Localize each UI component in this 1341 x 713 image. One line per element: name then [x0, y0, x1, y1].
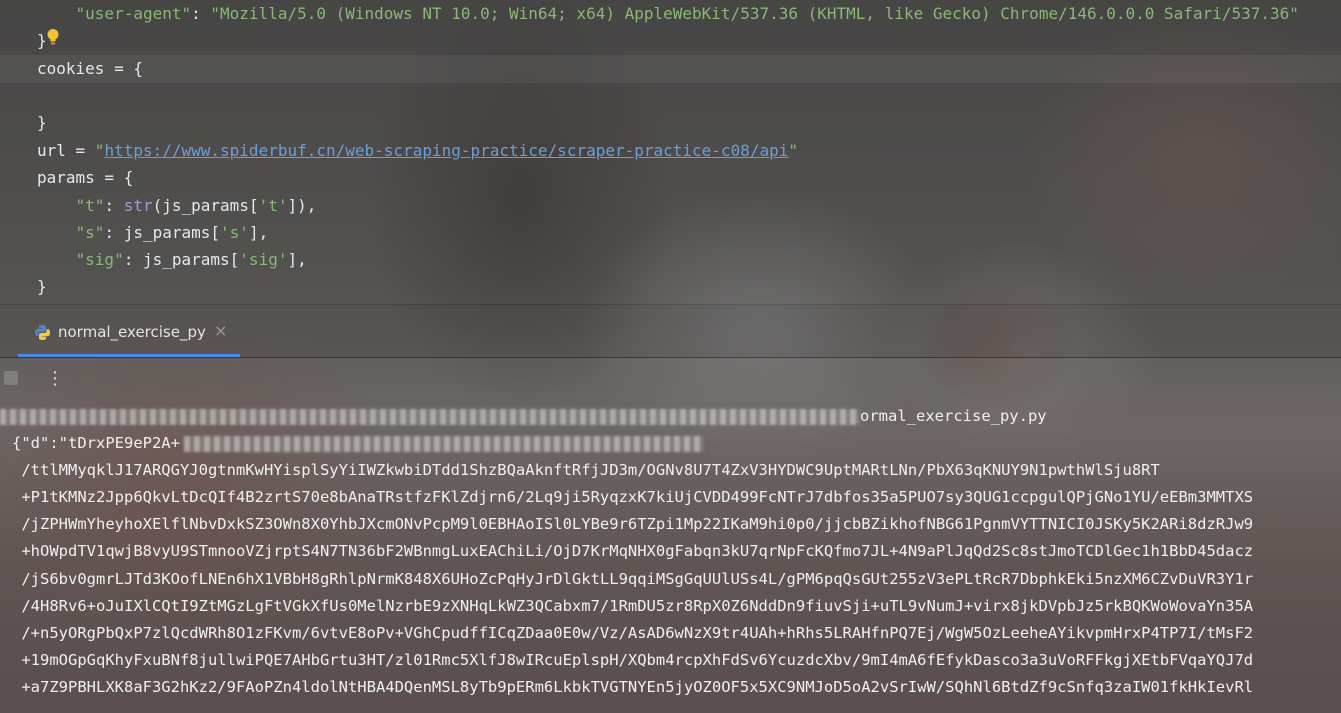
run-tab-normal-exercise[interactable]: normal_exercise_py × [18, 305, 240, 357]
code-token: 's' [220, 223, 249, 242]
code-token: : js_params[ [123, 250, 240, 269]
code-token: ], [287, 250, 307, 269]
console-output-line: /4H8Rv6+oJuIXlCQtI9ZtMGzLgFtVGkXfUs0MelN… [12, 596, 1254, 615]
run-tool-window-tabs: normal_exercise_py × [0, 305, 1341, 358]
code-line: cookies = { [37, 55, 143, 82]
lightbulb-icon[interactable] [46, 28, 60, 46]
code-token: "sig" [75, 250, 124, 269]
code-token: "Mozilla/5.0 (Windows NT 10.0; Win64; x6… [210, 4, 1299, 23]
console-output-line: /jZPHWmYheyhoXElflNbvDxkSZ3OWn8X0YhbJXcm… [12, 515, 1254, 534]
code-token: "s" [75, 223, 105, 242]
code-token: : js_params[ [104, 223, 221, 242]
console-output-line: /+n5yORgPbQxP7zlQcdWRh8O1zFKvm/6vtvE8oPv… [12, 623, 1254, 642]
code-token: ]), [287, 196, 317, 215]
close-icon[interactable]: × [214, 321, 227, 340]
redacted-path [0, 408, 860, 425]
code-token: 'sig' [239, 250, 288, 269]
console-output-line: +a7Z9PBHLXK8aF3G2hKz2/9FAoPZn4ldolNtHBA4… [12, 677, 1254, 696]
code-line: "user-agent": "Mozilla/5.0 (Windows NT 1… [37, 0, 1299, 27]
redacted-output [183, 435, 704, 452]
code-token: ], [248, 223, 269, 242]
code-token: } [37, 113, 47, 132]
code-token: url = [37, 141, 95, 160]
code-line: "sig": js_params['sig'], [37, 246, 307, 273]
run-tab-label: normal_exercise_py [58, 323, 206, 341]
command-line-tail: ormal_exercise_py.py [860, 407, 1047, 425]
output-line-prefix: {"d":"tDrxPE9eP2A+ [12, 434, 180, 452]
code-token: "user-agent" [75, 4, 192, 23]
code-token: params = { [37, 168, 134, 187]
code-token: (js_params[ [152, 196, 259, 215]
active-tab-underline [18, 354, 240, 357]
console-output-line: +19mOGpGqKhyFxuBNf8jullwiPQE7AHbGrtu3HT/… [12, 650, 1254, 669]
console-output-line: +hOWpdTV1qwjB8vyU9STmnooVZjrptS4N7TN36bF… [12, 542, 1254, 561]
code-token: : [104, 196, 124, 215]
code-line: } [37, 273, 47, 300]
code-line: url = "https://www.spiderbuf.cn/web-scra… [37, 137, 798, 164]
code-line: "s": js_params['s'], [37, 219, 269, 246]
run-console-output[interactable]: ormal_exercise_py.py /ttlMMyqklJ17ARQGYJ… [0, 402, 1341, 713]
console-output-line: /ttlMMyqklJ17ARQGYJ0gtnmKwHYisplSyYiIWZk… [12, 461, 1160, 480]
console-output-line: /jS6bv0gmrLJTd3KOofLNEn6hX1VBbH8gRhlpNrm… [12, 569, 1254, 588]
more-options-icon[interactable]: ⋮ [46, 368, 64, 389]
code-line: } [37, 109, 47, 136]
console-command-line: ormal_exercise_py.py [0, 403, 1047, 430]
url-link[interactable]: https://www.spiderbuf.cn/web-scraping-pr… [104, 141, 788, 160]
code-token: cookies = { [37, 59, 143, 78]
stop-icon[interactable] [4, 371, 18, 385]
console-first-output-line: {"d":"tDrxPE9eP2A+ [12, 430, 704, 457]
code-token: : [191, 4, 211, 23]
code-token: " [788, 141, 799, 160]
console-output-line: +P1tKMNz2Jpp6QkvLtDcQIf4B2zrtS70e8bAnaTR… [12, 488, 1254, 507]
run-toolbar: ⋮ [0, 358, 1341, 402]
code-editor[interactable]: "user-agent": "Mozilla/5.0 (Windows NT 1… [0, 0, 1341, 304]
code-line: "t": str(js_params['t']), [37, 192, 317, 219]
python-icon [35, 325, 50, 340]
code-token: str [123, 196, 153, 215]
code-token: "t" [75, 196, 105, 215]
code-line: params = { [37, 164, 133, 191]
code-token: 't' [258, 196, 288, 215]
code-token: } [37, 277, 47, 296]
current-line-highlight [0, 55, 1341, 83]
code-token: " [94, 141, 105, 160]
